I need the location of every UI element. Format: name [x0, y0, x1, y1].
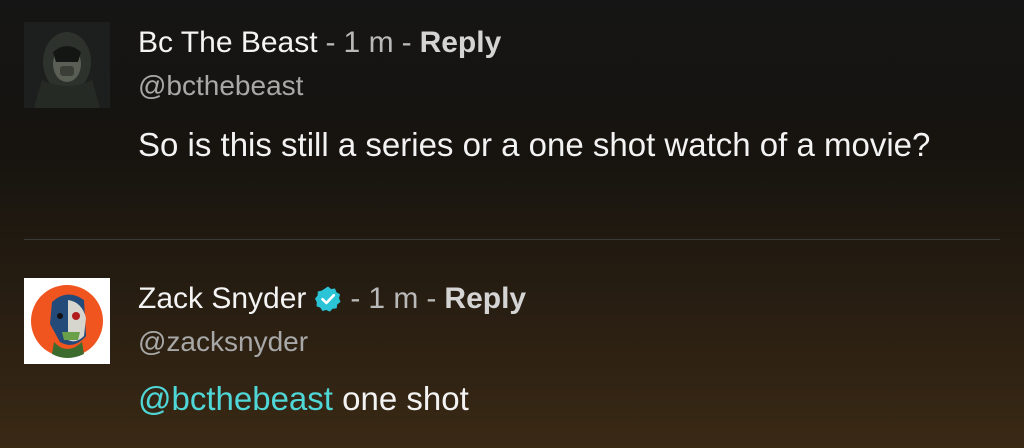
separator: -	[325, 26, 336, 59]
timestamp: 1 m	[368, 282, 419, 315]
timestamp: 1 m	[343, 26, 394, 59]
verified-badge-icon	[315, 286, 341, 312]
separator: -	[426, 282, 437, 315]
author-name[interactable]: Bc The Beast	[138, 25, 318, 61]
author-name[interactable]: Zack Snyder	[138, 281, 306, 317]
author-handle[interactable]: @bcthebeast	[138, 70, 303, 102]
separator: -	[401, 26, 412, 59]
comment-header: Zack Snyder - 1 m - Reply	[138, 281, 526, 317]
comment-text-content: one shot	[332, 380, 469, 417]
comment-zacksnyder: Zack Snyder - 1 m - Reply @zacksnyder @b…	[0, 240, 1024, 448]
mention-link[interactable]: @bcthebeast	[138, 380, 333, 417]
separator: -	[350, 282, 361, 315]
author-handle[interactable]: @zacksnyder	[138, 326, 308, 358]
avatar[interactable]	[24, 22, 110, 108]
reply-button[interactable]: Reply	[420, 25, 502, 61]
comment-bcthebeast: Bc The Beast - 1 m - Reply @bcthebeast S…	[0, 0, 1024, 240]
comment-text: @bcthebeast one shot	[138, 377, 988, 421]
dark-figure-avatar-image	[24, 22, 110, 108]
comment-header: Bc The Beast - 1 m - Reply	[138, 25, 501, 61]
avatar[interactable]	[24, 278, 110, 364]
comment-text: So is this still a series or a one shot …	[138, 126, 931, 163]
zombie-art-avatar-image	[24, 278, 110, 364]
reply-button[interactable]: Reply	[444, 281, 526, 317]
